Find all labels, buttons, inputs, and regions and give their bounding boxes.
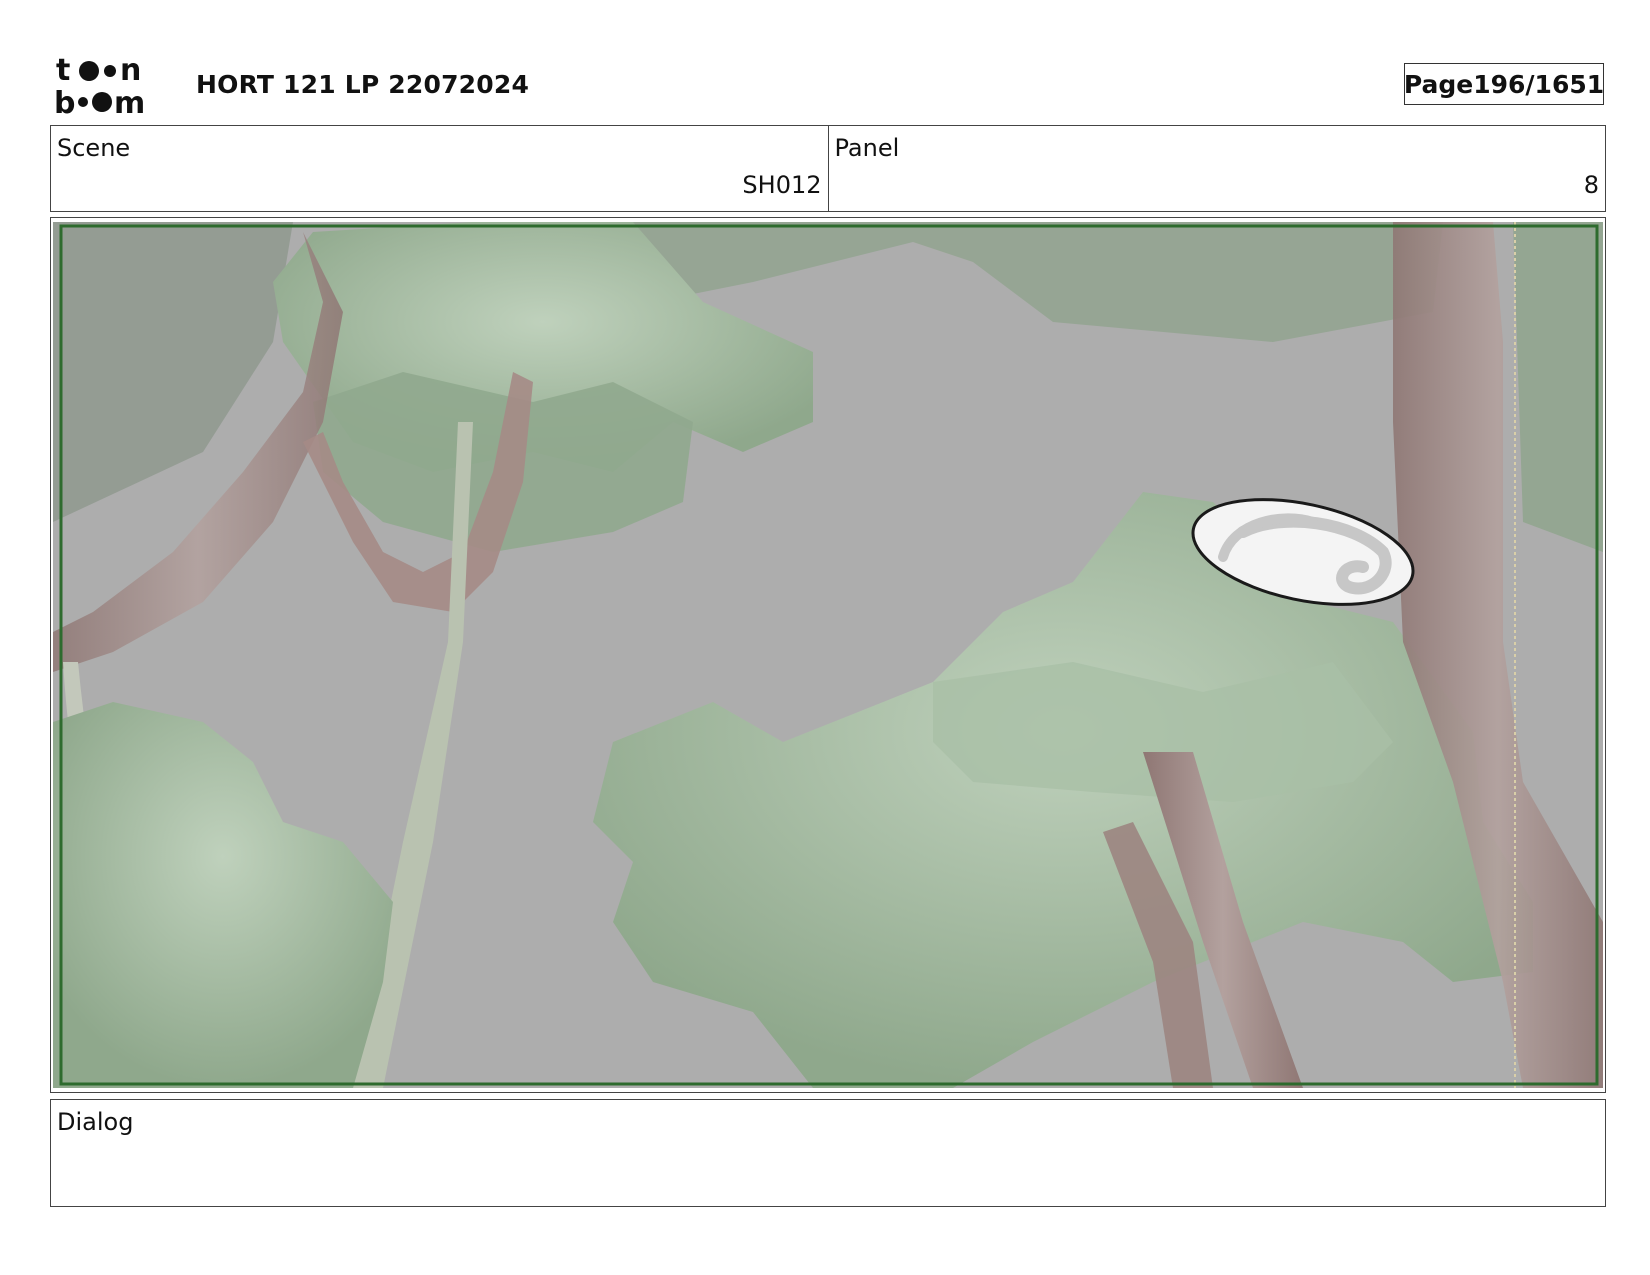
scene-label: Scene [57,134,131,162]
page-label: Page [1403,69,1474,99]
svg-text:t: t [56,54,70,88]
panel-cell: Panel 8 [827,126,1606,211]
dialog-box: Dialog [50,1099,1606,1207]
panel-label: Panel [834,134,900,162]
scene-value: SH012 [742,171,822,199]
scene-panel-row: Scene SH012 Panel 8 [50,125,1606,212]
panel-artwork [53,222,1603,1088]
svg-text:m: m [114,86,145,116]
svg-text:n: n [120,54,141,88]
dialog-label: Dialog [57,1108,134,1136]
page-number: 196/1651 [1473,69,1605,99]
document-title: HORT 121 LP 22072024 [196,70,530,99]
page-indicator: Page 196/1651 [1404,63,1604,105]
toon-boom-logo: t n b m [54,53,170,121]
storyboard-panel [50,217,1606,1093]
panel-value: 8 [1583,171,1599,199]
scene-cell: Scene SH012 [51,126,828,211]
svg-text:b: b [54,86,75,116]
